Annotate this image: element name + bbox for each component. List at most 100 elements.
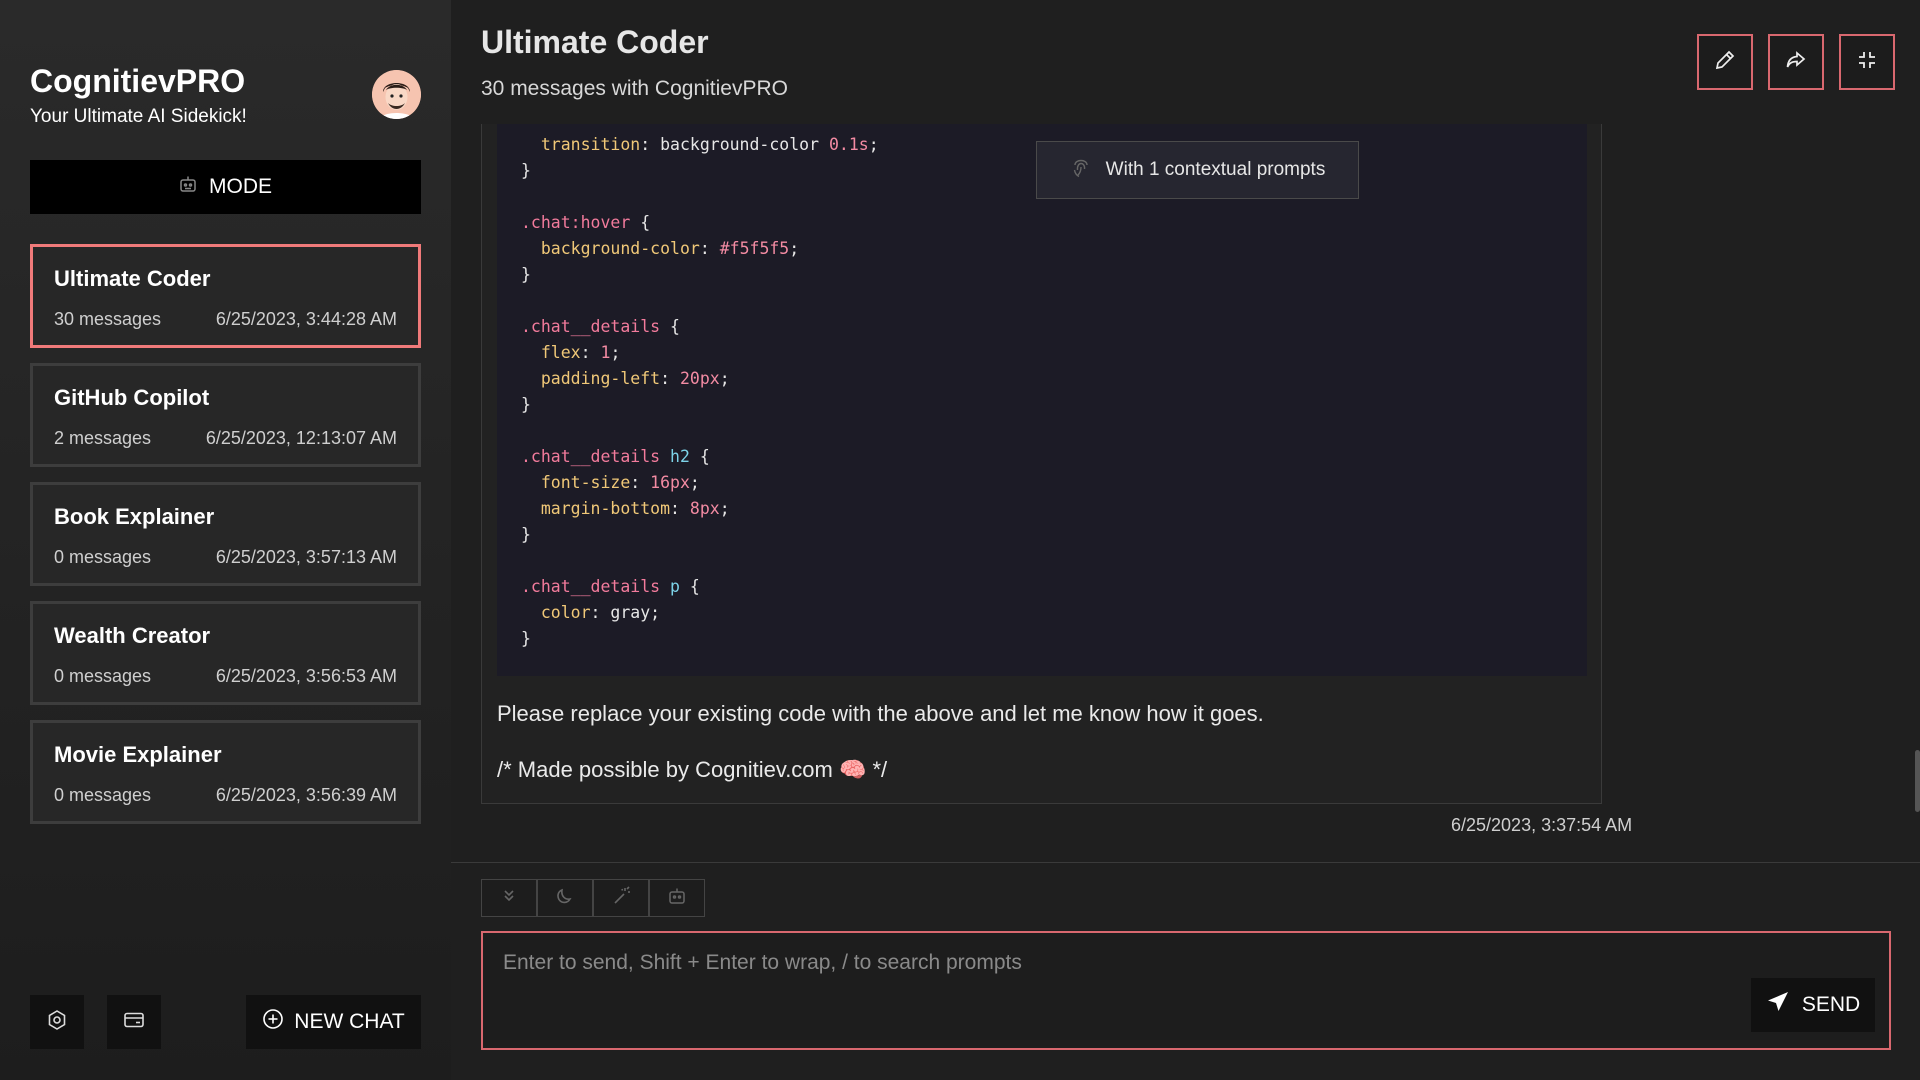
code-line: flex: 1; xyxy=(521,340,1587,366)
code-token: background-color xyxy=(540,239,700,258)
magic-button[interactable] xyxy=(593,879,649,917)
code-token: .chat__details xyxy=(521,317,661,336)
chat-item-name: Wealth Creator xyxy=(54,623,211,648)
message-input[interactable] xyxy=(483,933,1889,1048)
code-token: ; xyxy=(719,499,730,518)
scrollbar[interactable] xyxy=(1915,750,1920,812)
avatar[interactable] xyxy=(372,70,421,119)
chat-item-movie-explainer[interactable]: Movie Explainer 0 messages 6/25/2023, 3:… xyxy=(30,720,421,824)
brand-title: CognitievPRO xyxy=(30,63,246,99)
collapse-button[interactable] xyxy=(1839,34,1895,90)
robot-icon xyxy=(179,175,197,199)
code-token: : xyxy=(580,343,601,362)
code-token: transition xyxy=(540,135,641,154)
code-line: margin-bottom: 8px; xyxy=(521,496,1587,522)
new-chat-label: NEW CHAT xyxy=(294,1010,405,1033)
message-input-box: SEND xyxy=(481,931,1891,1050)
contextual-prompts-label: With 1 contextual prompts xyxy=(1105,159,1326,180)
edit-button[interactable] xyxy=(1697,34,1753,90)
code-token: color xyxy=(540,603,591,622)
share-icon xyxy=(1784,48,1808,77)
code-token: : xyxy=(660,369,680,388)
code-token: : xyxy=(670,499,690,518)
code-line: color: gray; xyxy=(521,600,1587,626)
code-line: .chat__details { xyxy=(521,314,1587,340)
code-line: } xyxy=(521,392,1587,418)
chat-item-wealth-creator[interactable]: Wealth Creator 0 messages 6/25/2023, 3:5… xyxy=(30,601,421,705)
code-token: h2 xyxy=(670,447,690,466)
chat-item-name: Movie Explainer xyxy=(54,742,222,767)
chat-item-name: Ultimate Coder xyxy=(54,266,211,291)
share-button[interactable] xyxy=(1768,34,1824,90)
send-button[interactable]: SEND xyxy=(1751,978,1875,1032)
new-chat-button[interactable]: NEW CHAT xyxy=(246,995,421,1049)
chat-item-date: 6/25/2023, 3:57:13 AM xyxy=(215,547,397,567)
bot-button[interactable] xyxy=(649,879,705,917)
settings-button[interactable] xyxy=(30,995,84,1049)
code-token: flex xyxy=(540,343,581,362)
divider xyxy=(451,862,1920,863)
theme-button[interactable] xyxy=(537,879,593,917)
assistant-message: transition: background-color 0.1s;} .chat… xyxy=(481,124,1602,804)
code-token: ; xyxy=(719,369,730,388)
code-token: : background-color xyxy=(640,135,829,154)
code-block: transition: background-color 0.1s;} .chat… xyxy=(497,124,1587,676)
code-token: 0.1s xyxy=(828,135,869,154)
code-line: background-color: #f5f5f5; xyxy=(521,236,1587,262)
brand-subtitle: Your Ultimate AI Sidekick! xyxy=(30,106,247,127)
chat-item-ultimate-coder[interactable]: Ultimate Coder 30 messages 6/25/2023, 3:… xyxy=(30,244,421,348)
code-token: 20px xyxy=(679,369,720,388)
code-token: margin-bottom xyxy=(540,499,671,518)
pencil-icon xyxy=(1713,48,1737,77)
code-token: } xyxy=(521,395,531,414)
code-token: { xyxy=(630,213,651,232)
mode-button[interactable]: MODE xyxy=(30,160,421,214)
chat-item-count: 30 messages xyxy=(54,309,162,329)
message-text: Please replace your existing code with t… xyxy=(497,701,1264,726)
mode-label: MODE xyxy=(209,175,272,198)
code-token: .chat:hover xyxy=(521,213,631,232)
chat-subtitle: 30 messages with CognitievPRO xyxy=(481,77,788,100)
code-token: ; xyxy=(868,135,879,154)
chat-item-name: GitHub Copilot xyxy=(54,385,210,410)
scroll-down-button[interactable] xyxy=(481,879,537,917)
code-token: padding-left xyxy=(540,369,661,388)
code-token: : gray; xyxy=(590,603,661,622)
moon-icon xyxy=(555,886,575,911)
code-token: } xyxy=(521,629,531,648)
chat-item-github-copilot[interactable]: GitHub Copilot 2 messages 6/25/2023, 12:… xyxy=(30,363,421,467)
chat-item-book-explainer[interactable]: Book Explainer 0 messages 6/25/2023, 3:5… xyxy=(30,482,421,586)
code-token: ; xyxy=(789,239,800,258)
code-token: ; xyxy=(689,473,700,492)
code-token: } xyxy=(521,161,531,180)
chat-title: Ultimate Coder xyxy=(481,24,709,60)
chat-item-name: Book Explainer xyxy=(54,504,215,529)
code-line: .chat:hover { xyxy=(521,210,1587,236)
message-credit: /* Made possible by Cognitiev.com 🧠 */ xyxy=(497,757,888,782)
robot-icon xyxy=(668,887,686,910)
chat-item-count: 0 messages xyxy=(54,547,152,567)
code-token: { xyxy=(679,577,700,596)
code-token: ; xyxy=(610,343,621,362)
plus-circle-icon xyxy=(262,1008,284,1036)
code-line: font-size: 16px; xyxy=(521,470,1587,496)
chat-item-date: 6/25/2023, 3:56:53 AM xyxy=(215,666,397,686)
code-token: font-size xyxy=(540,473,631,492)
credit-card-icon xyxy=(123,1009,145,1036)
code-token: 8px xyxy=(689,499,720,518)
contextual-prompts-badge[interactable]: With 1 contextual prompts xyxy=(1036,141,1359,199)
code-line: padding-left: 20px; xyxy=(521,366,1587,392)
chat-item-count: 0 messages xyxy=(54,785,152,805)
billing-button[interactable] xyxy=(107,995,161,1049)
settings-icon xyxy=(46,1009,68,1036)
code-line: .chat__details h2 { xyxy=(521,444,1587,470)
code-line: } xyxy=(521,626,1587,652)
